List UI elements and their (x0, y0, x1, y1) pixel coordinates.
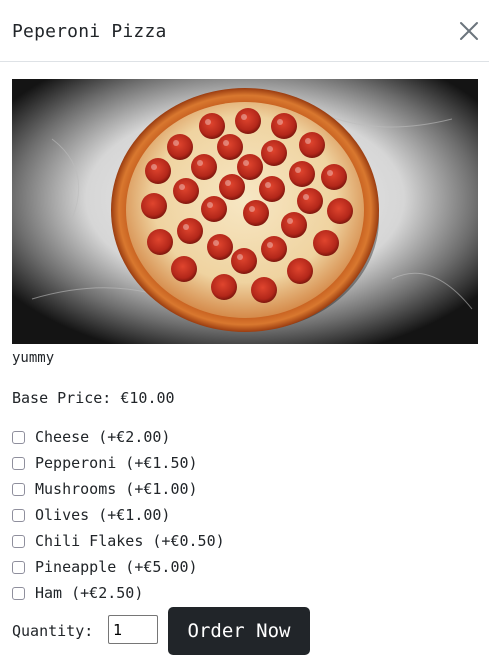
checkbox-olives[interactable] (12, 508, 25, 522)
quantity-input[interactable] (108, 615, 158, 644)
close-icon (460, 22, 478, 40)
modal-header: Peperoni Pizza (0, 0, 489, 62)
order-now-button[interactable]: Order Now (168, 607, 310, 655)
option-label: Pepperoni (+€1.50) (35, 454, 198, 472)
checkbox-pineapple[interactable] (12, 560, 25, 574)
option-label: Cheese (+€2.00) (35, 428, 171, 446)
checkbox-mushrooms[interactable] (12, 482, 25, 496)
checkbox-chili-flakes[interactable] (12, 534, 25, 548)
quantity-label: Quantity: (12, 622, 94, 640)
checkbox-cheese[interactable] (12, 430, 25, 444)
option-olives[interactable]: Olives (+€1.00) (12, 505, 170, 525)
option-pepperoni[interactable]: Pepperoni (+€1.50) (12, 453, 198, 473)
option-label: Pineapple (+€5.00) (35, 558, 198, 576)
modal-title: Peperoni Pizza (12, 21, 167, 42)
option-pineapple[interactable]: Pineapple (+€5.00) (12, 557, 198, 577)
option-ham[interactable]: Ham (+€2.50) (12, 583, 143, 603)
option-label: Mushrooms (+€1.00) (35, 480, 198, 498)
pizza-image (12, 79, 478, 344)
option-label: Olives (+€1.00) (35, 506, 171, 524)
checkbox-pepperoni[interactable] (12, 456, 25, 470)
product-description: yummy (12, 350, 55, 366)
option-label: Chili Flakes (+€0.50) (35, 532, 225, 550)
close-button[interactable] (458, 20, 480, 42)
option-chili-flakes[interactable]: Chili Flakes (+€0.50) (12, 531, 225, 551)
checkbox-ham[interactable] (12, 586, 25, 600)
option-mushrooms[interactable]: Mushrooms (+€1.00) (12, 479, 198, 499)
option-label: Ham (+€2.50) (35, 584, 144, 602)
base-price: Base Price: €10.00 (12, 389, 175, 407)
option-cheese[interactable]: Cheese (+€2.00) (12, 427, 170, 447)
